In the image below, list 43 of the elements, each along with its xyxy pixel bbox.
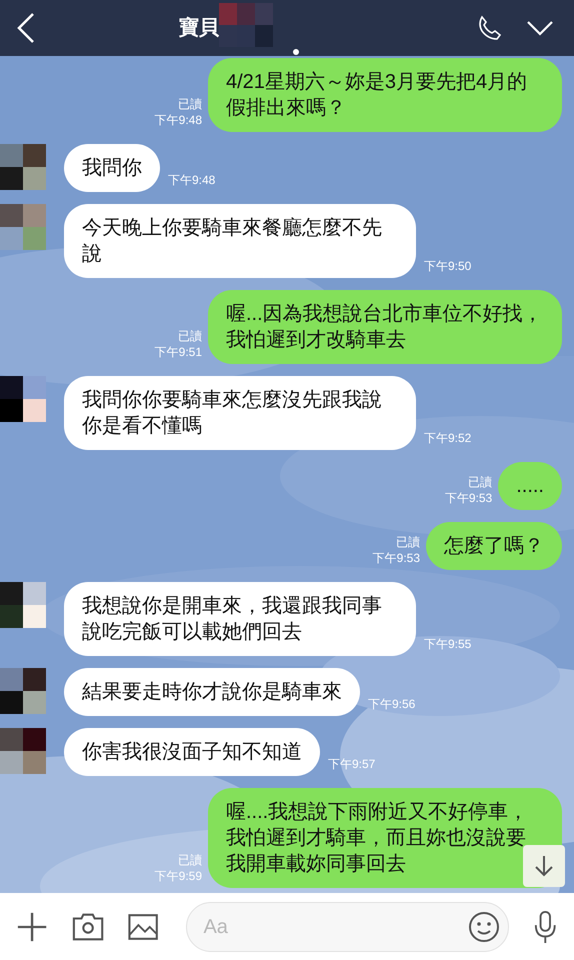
- scroll-down-button[interactable]: [523, 845, 565, 887]
- read-receipt: 已讀: [178, 96, 202, 112]
- message-bubble: 你害我很沒面子知不知道: [64, 728, 320, 776]
- read-receipt: 已讀: [178, 852, 202, 868]
- message-bubble: 我問你你要騎車來怎麼沒先跟我說你是看不懂嗎: [64, 376, 416, 450]
- message-field[interactable]: Aa: [186, 902, 510, 952]
- message-time: 下午9:56: [368, 696, 416, 712]
- smiley-icon[interactable]: [468, 910, 500, 942]
- message-time: 下午9:50: [424, 258, 472, 274]
- read-receipt: 已讀: [468, 474, 492, 490]
- read-receipt: 已讀: [178, 328, 202, 344]
- chat-title: 寶貝: [179, 16, 219, 41]
- chevron-down-icon[interactable]: [526, 20, 554, 36]
- message-time: 下午9:59: [154, 868, 202, 884]
- message-time: 下午9:48: [154, 112, 202, 128]
- image-icon[interactable]: [128, 912, 158, 940]
- message-bubble: 喔...因為我想說台北市車位不好找，我怕遲到才改騎車去: [208, 290, 562, 364]
- blurred-avatar[interactable]: [0, 668, 46, 714]
- blurred-avatar[interactable]: [0, 144, 46, 190]
- phone-icon[interactable]: [476, 15, 502, 41]
- message-bubble: 我想說你是開車來，我還跟我同事說吃完飯可以載她們回去: [64, 582, 416, 656]
- microphone-icon[interactable]: [533, 908, 558, 944]
- message-time: 下午9:53: [444, 490, 492, 506]
- back-icon[interactable]: [16, 12, 36, 44]
- blurred-avatar[interactable]: [0, 376, 46, 422]
- blurred-avatar[interactable]: [0, 728, 46, 774]
- pixelated-name-drawing: [219, 3, 273, 47]
- message-bubble: 我問你: [64, 144, 160, 192]
- camera-icon[interactable]: [72, 912, 104, 942]
- message-bubble: 結果要走時你才說你是騎車來: [64, 668, 360, 716]
- message-time: 下午9:53: [372, 550, 420, 566]
- message-time: 下午9:51: [154, 344, 202, 360]
- message-bubble: 怎麼了嗎？: [426, 522, 562, 570]
- message-bubble: 今天晚上你要騎車來餐廳怎麼不先說: [64, 204, 416, 278]
- message-time: 下午9:55: [424, 636, 472, 652]
- message-bubble: 4/21星期六～妳是3月要先把4月的假排出來嗎？: [208, 58, 562, 132]
- arrow-down-icon: [534, 855, 554, 877]
- blurred-avatar[interactable]: [0, 582, 46, 628]
- message-time: 下午9:52: [424, 430, 472, 446]
- message-bubble: 喔....我想說下雨附近又不好停車，我怕遲到才騎車，而且妳也沒說要我開車載妳同事回去: [208, 788, 562, 888]
- message-time: 下午9:48: [168, 172, 216, 188]
- message-time: 下午9:57: [328, 756, 376, 772]
- read-receipt: 已讀: [396, 534, 420, 550]
